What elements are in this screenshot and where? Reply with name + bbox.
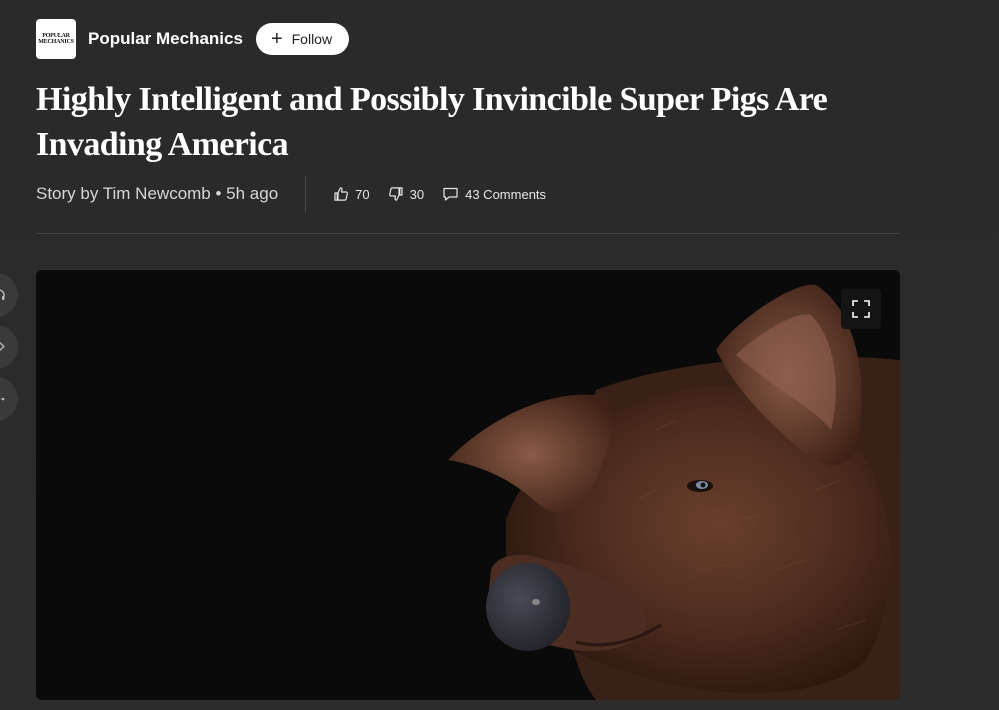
article-headline: Highly Intelligent and Possibly Invincib… [36, 81, 828, 163]
like-count: 70 [355, 186, 370, 202]
headphones-icon [0, 289, 5, 300]
follow-label: Follow [291, 31, 333, 47]
byline-row: Story by Tim Newcomb • 5h ago 70 30 43 C… [36, 176, 564, 212]
like-button[interactable]: 70 [333, 186, 370, 202]
hero-image[interactable] [36, 270, 900, 700]
plus-icon: + [270, 28, 283, 50]
publisher-row: POPULAR MECHANICS Popular Mechanics + Fo… [36, 19, 350, 59]
publisher-name[interactable]: Popular Mechanics [88, 29, 243, 49]
comment-count: 43 Comments [465, 186, 547, 202]
byline: Story by Tim Newcomb • 5h ago [36, 184, 279, 203]
logo-text-line-2: MECHANICS [38, 39, 74, 45]
follow-button[interactable]: + Follow [255, 23, 350, 55]
dislike-button[interactable]: 30 [388, 186, 424, 202]
article-page: POPULAR MECHANICS Popular Mechanics + Fo… [0, 0, 999, 710]
thumbs-up-icon [334, 187, 349, 201]
listen-button[interactable] [0, 273, 18, 317]
fullscreen-button[interactable] [841, 289, 881, 329]
more-icon [0, 397, 5, 401]
pig-illustration [36, 270, 900, 700]
thumbs-down-icon [388, 187, 403, 201]
dislike-count: 30 [409, 186, 425, 202]
comment-icon [443, 187, 458, 201]
publisher-logo[interactable]: POPULAR MECHANICS [36, 19, 76, 59]
header-divider [36, 233, 900, 234]
expand-icon [852, 300, 870, 318]
comments-button[interactable]: 43 Comments [442, 186, 546, 202]
share-button[interactable] [0, 325, 18, 369]
divider [305, 176, 307, 212]
share-icon [0, 342, 5, 351]
more-options-button[interactable] [0, 377, 18, 421]
